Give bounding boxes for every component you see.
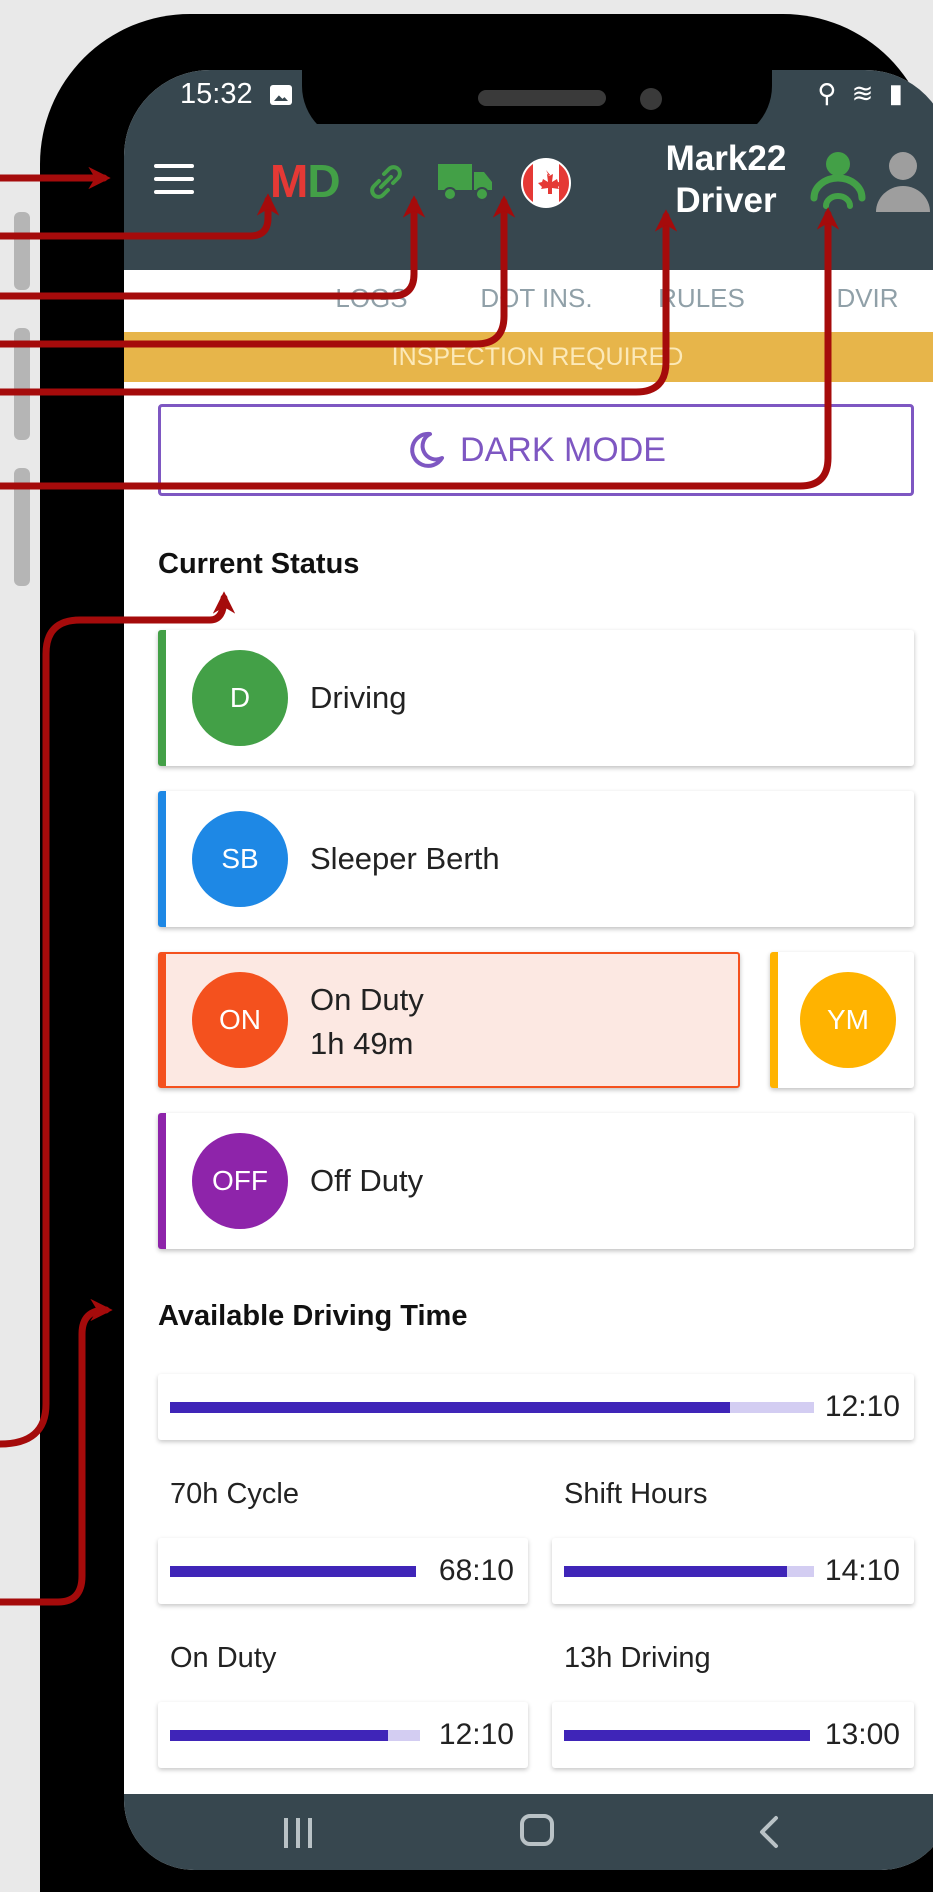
status-card-off-duty[interactable]: OFF Off Duty <box>158 1113 914 1249</box>
driver-name[interactable]: Mark22 <box>646 138 806 180</box>
tab-bar: STATUS LOGS DOT INS. RULES DVIR <box>124 270 933 332</box>
status-card-sleeper-berth[interactable]: SB Sleeper Berth <box>158 791 914 927</box>
md-logo[interactable]: MD <box>270 154 341 208</box>
tab-logs[interactable]: LOGS <box>289 270 454 332</box>
progress-track <box>170 1730 420 1741</box>
progress-fill <box>170 1402 731 1413</box>
status-badge: OFF <box>192 1133 288 1229</box>
status-time: 15:32 <box>180 78 253 110</box>
shift-hours-bar: 14:10 <box>552 1538 914 1604</box>
status-label: Driving <box>310 680 407 715</box>
status-card-on-duty[interactable]: ON On Duty 1h 49m <box>158 952 740 1088</box>
active-driver-icon[interactable] <box>810 150 866 214</box>
driving-time-bar: 12:10 <box>158 1374 914 1440</box>
dark-mode-label: DARK MODE <box>460 430 666 469</box>
driving-13h-value: 13:00 <box>824 1718 900 1751</box>
cycle-70h-bar: 68:10 <box>158 1538 528 1604</box>
gallery-notification-icon <box>270 85 292 105</box>
on-duty-time-bar: 12:10 <box>158 1702 528 1768</box>
tab-dot-inspection[interactable]: DOT INS. <box>454 270 619 332</box>
hamburger-icon[interactable] <box>154 164 194 194</box>
status-badge: SB <box>192 811 288 907</box>
status-label: Sleeper Berth <box>310 841 500 876</box>
active-tab-indicator <box>124 325 289 330</box>
status-label: Off Duty <box>310 1163 424 1198</box>
status-badge: D <box>192 650 288 746</box>
status-card-driving[interactable]: D Driving <box>158 630 914 766</box>
cycle-70h-label: 70h Cycle <box>170 1478 299 1510</box>
dark-mode-button[interactable]: DARK MODE <box>158 404 914 496</box>
on-duty-time-value: 12:10 <box>438 1718 514 1751</box>
truck-icon[interactable] <box>438 162 494 202</box>
back-icon[interactable] <box>754 1814 784 1850</box>
canada-flag-icon[interactable] <box>521 158 571 208</box>
progress-fill <box>564 1566 787 1577</box>
status-card-yard-move[interactable]: YM <box>770 952 914 1088</box>
moon-icon <box>410 431 445 468</box>
available-driving-time-title: Available Driving Time <box>158 1300 468 1332</box>
status-badge: ON <box>192 972 288 1068</box>
system-nav-bar <box>124 1794 933 1870</box>
status-indicator-icons: ⚲ ≋ ▮ <box>817 78 907 108</box>
tab-dvir[interactable]: DVIR <box>784 270 933 332</box>
phone-screen: 15:32 ⚲ ≋ ▮ MD Mark22 Driver STATUS LOGS… <box>124 70 933 1870</box>
progress-fill <box>170 1566 416 1577</box>
shift-hours-value: 14:10 <box>824 1554 900 1587</box>
status-badge: YM <box>800 972 896 1068</box>
on-duty-time-label: On Duty <box>170 1642 277 1674</box>
driving-time-value: 12:10 <box>824 1390 900 1423</box>
progress-track <box>170 1566 416 1577</box>
home-icon[interactable] <box>520 1814 554 1846</box>
recents-icon[interactable] <box>284 1818 316 1848</box>
power-key <box>14 468 30 586</box>
driver-role: Driver <box>675 181 777 220</box>
driving-13h-label: 13h Driving <box>564 1642 711 1674</box>
volume-key <box>14 328 30 440</box>
status-label: On Duty <box>310 982 424 1017</box>
link-icon[interactable] <box>364 160 408 204</box>
front-camera <box>640 88 662 110</box>
progress-track <box>564 1730 810 1741</box>
phone-frame: 15:32 ⚲ ≋ ▮ MD Mark22 Driver STATUS LOGS… <box>40 14 933 1892</box>
progress-fill <box>170 1730 388 1741</box>
progress-fill <box>564 1730 810 1741</box>
tab-rules[interactable]: RULES <box>619 270 784 332</box>
shift-hours-label: Shift Hours <box>564 1478 708 1510</box>
co-driver-icon[interactable] <box>874 150 932 216</box>
tab-status[interactable]: STATUS <box>124 270 289 332</box>
progress-track <box>564 1566 814 1577</box>
speaker-grille <box>478 90 606 106</box>
volume-key <box>14 212 30 290</box>
status-duration: 1h 49m <box>310 1026 414 1061</box>
inspection-banner[interactable]: INSPECTION REQUIRED <box>124 332 933 382</box>
current-status-title: Current Status <box>158 548 360 580</box>
driving-13h-bar: 13:00 <box>552 1702 914 1768</box>
cycle-70h-value: 68:10 <box>438 1554 514 1587</box>
progress-track <box>170 1402 814 1413</box>
